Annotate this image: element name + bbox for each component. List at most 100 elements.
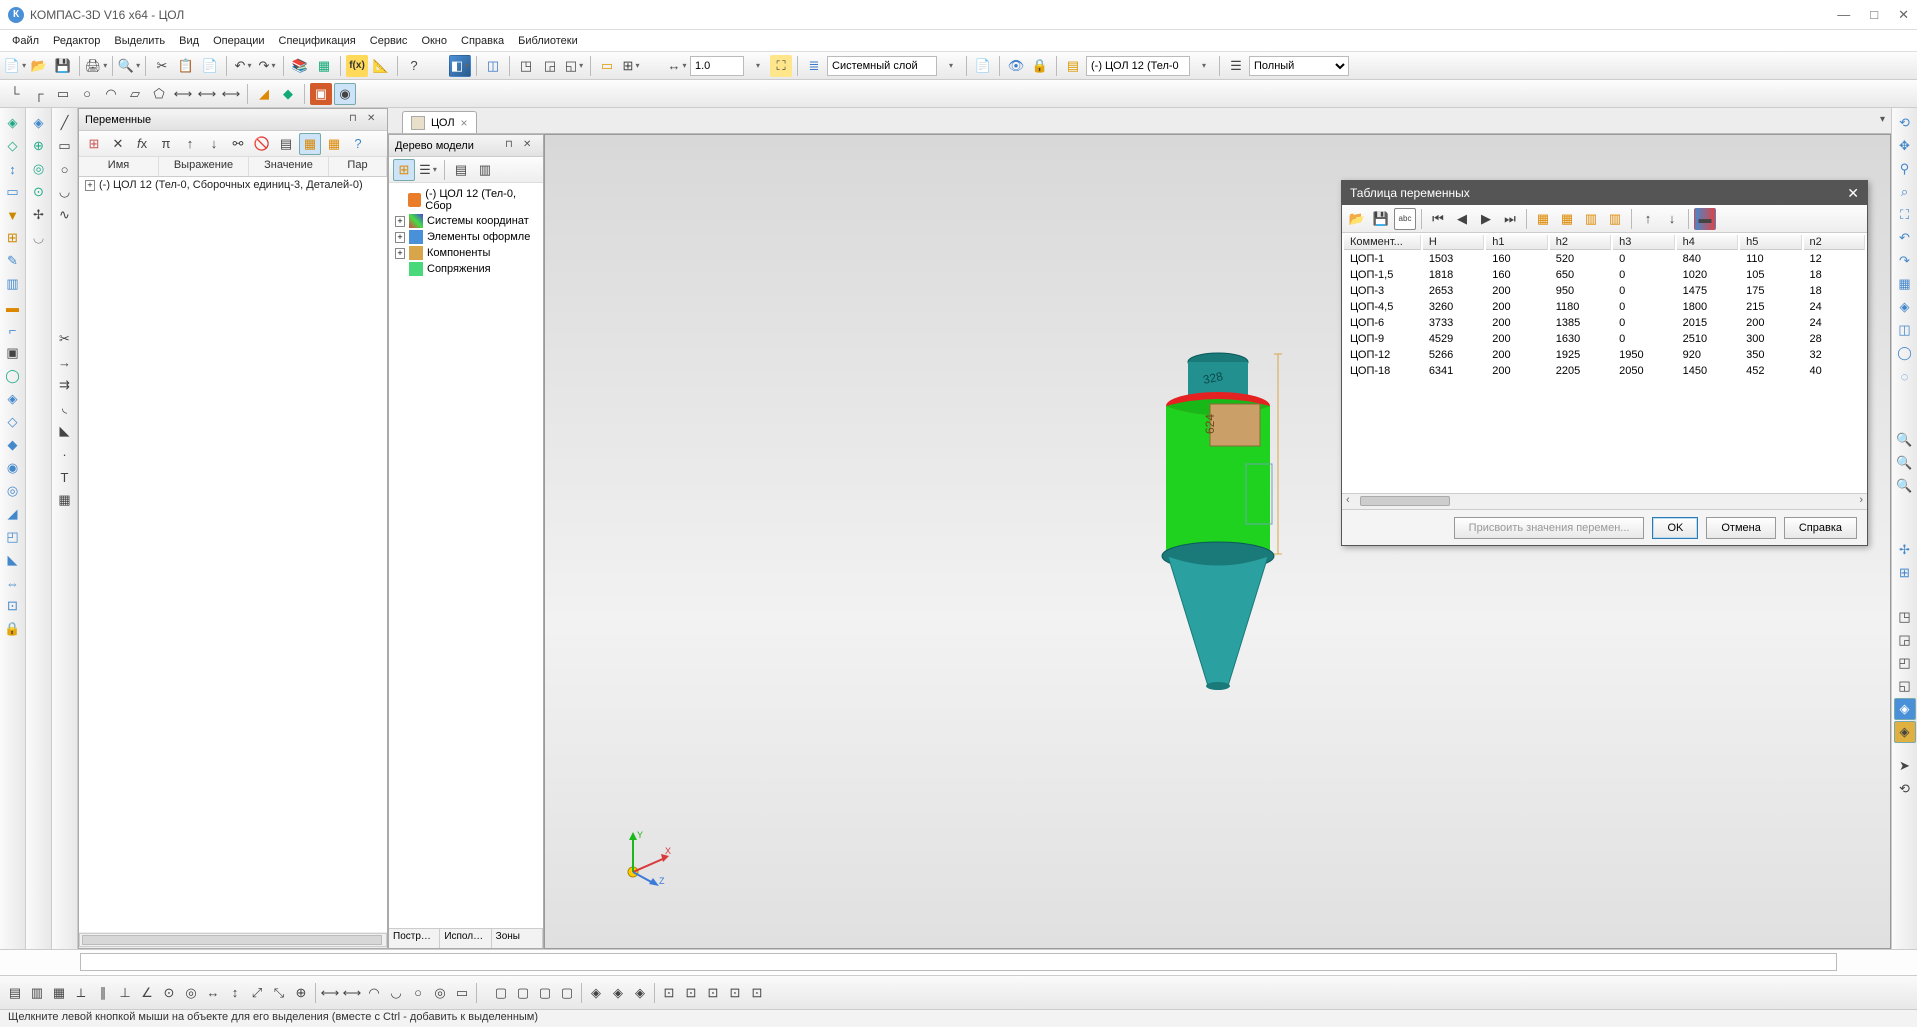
bt-icon[interactable]: ◎ [180, 982, 202, 1004]
table-cell[interactable]: 110 [1740, 252, 1801, 266]
table-cell[interactable]: 0 [1613, 284, 1674, 298]
var-del-icon[interactable]: ✕ [107, 133, 129, 155]
table-cell[interactable]: 452 [1740, 364, 1801, 378]
cube-front-icon[interactable]: ◳ [1894, 606, 1916, 628]
bt-icon[interactable]: ▦ [48, 982, 70, 1004]
insert-icon[interactable]: ⊕ [28, 135, 50, 157]
table-cell[interactable]: 1180 [1550, 300, 1611, 314]
extrude-icon[interactable]: ▣ [310, 83, 332, 105]
ortho-icon[interactable]: ▦ [1894, 273, 1916, 295]
tree-node[interactable]: + Элементы оформле [393, 229, 539, 245]
bt-icon[interactable]: ▤ [4, 982, 26, 1004]
panel-pin-icon[interactable]: ⊓ [349, 113, 363, 127]
table-cell[interactable]: 2015 [1677, 316, 1738, 330]
table-cell[interactable]: 1450 [1677, 364, 1738, 378]
dlg-save-icon[interactable]: 💾 [1370, 208, 1392, 230]
table-cell[interactable]: 28 [1804, 332, 1865, 346]
wire-icon[interactable]: ◡ [28, 227, 50, 249]
bt-icon[interactable]: ◡ [385, 982, 407, 1004]
table-cell[interactable]: 200 [1740, 316, 1801, 330]
poly-icon[interactable]: ▱ [124, 83, 146, 105]
var-link-icon[interactable]: ⚯ [227, 133, 249, 155]
dialog-hscroll[interactable] [1342, 493, 1867, 509]
mate-icon[interactable]: ⊙ [28, 181, 50, 203]
table-cell[interactable]: 0 [1613, 268, 1674, 282]
dlg-insrow-icon[interactable]: ▦ [1532, 208, 1554, 230]
prev-view-icon[interactable]: ↶ [1894, 227, 1916, 249]
layer-dropdown-icon[interactable] [939, 55, 961, 77]
tree-node[interactable]: Сопряжения [393, 261, 539, 277]
sweep-icon[interactable]: ◆ [2, 434, 24, 456]
table-cell[interactable]: 300 [1740, 332, 1801, 346]
cylinder-icon[interactable]: ◯ [2, 365, 24, 387]
var-col-value[interactable]: Значение [249, 157, 329, 176]
table-row[interactable]: ЦОП-9452920016300251030028 [1344, 332, 1865, 346]
tree-expand-icon[interactable]: + [85, 180, 95, 191]
table-row[interactable]: ЦОП-11503160520084011012 [1344, 252, 1865, 266]
grid-icon[interactable]: ▦ [313, 55, 335, 77]
var-tree-icon[interactable]: ⊞ [83, 133, 105, 155]
table-row[interactable]: ЦОП-18634120022052050145045240 [1344, 364, 1865, 378]
scale-dropdown-icon[interactable] [746, 55, 768, 77]
new-doc-icon[interactable]: 📄 [4, 55, 26, 77]
wireframe-icon[interactable]: ◫ [482, 55, 504, 77]
tree-mode1-icon[interactable]: ⊞ [393, 159, 415, 181]
tree-mode2-icon[interactable]: ☰ [417, 159, 439, 181]
dlg-delrow-icon[interactable]: ▦ [1556, 208, 1578, 230]
layer-input[interactable] [827, 56, 937, 76]
tree-collapse-icon[interactable]: ▤ [450, 159, 472, 181]
layer-lock-icon[interactable]: 🔒 [1029, 55, 1051, 77]
line2-icon[interactable]: ┌ [28, 83, 50, 105]
zoomfit-icon[interactable]: ⛶ [1894, 204, 1916, 226]
tree-tab-exec[interactable]: Исполне... [440, 929, 491, 948]
cube-bottom-icon[interactable]: ◱ [1894, 675, 1916, 697]
bt-icon[interactable]: ⊡ [724, 982, 746, 1004]
table-cell[interactable]: 2205 [1550, 364, 1611, 378]
bt-icon[interactable]: ◈ [629, 982, 651, 1004]
arrow-select-icon[interactable]: ➤ [1894, 755, 1916, 777]
trim-icon[interactable]: ✂ [54, 328, 76, 350]
hatch-icon[interactable]: ▦ [54, 489, 76, 511]
pan-icon[interactable]: ✥ [1894, 135, 1916, 157]
scale-input[interactable] [690, 56, 744, 76]
table-cell[interactable]: 2050 [1613, 364, 1674, 378]
maximize-button[interactable]: □ [1870, 7, 1878, 23]
axis2-icon[interactable]: ✢ [1894, 539, 1916, 561]
print-icon[interactable]: 🖨 [85, 55, 107, 77]
tree-close-icon[interactable]: ✕ [523, 139, 537, 153]
tree-expand-icon[interactable]: + [395, 232, 405, 243]
table-cell[interactable]: 3733 [1423, 316, 1484, 330]
variables-root-row[interactable]: + (-) ЦОЛ 12 (Тел-0, Сборочных единиц-3,… [79, 177, 387, 193]
cube-back-icon[interactable]: ◲ [1894, 629, 1916, 651]
dlg-hide-icon[interactable]: abc [1394, 208, 1416, 230]
table-cell[interactable]: 200 [1486, 332, 1547, 346]
table-cell[interactable]: 1800 [1677, 300, 1738, 314]
pattern-icon[interactable]: ⊞ [2, 227, 24, 249]
table-cell[interactable]: ЦОП-3 [1344, 284, 1421, 298]
chamfer-icon[interactable]: ◣ [54, 420, 76, 442]
redo-icon[interactable]: ↷ [256, 55, 278, 77]
arc-icon[interactable]: ◠ [100, 83, 122, 105]
doc-tab-close-icon[interactable]: × [461, 116, 468, 130]
tree-root[interactable]: (-) ЦОЛ 12 (Тел-0, Сбор [393, 187, 539, 213]
table-cell[interactable]: ЦОП-18 [1344, 364, 1421, 378]
tree-node[interactable]: + Компоненты [393, 245, 539, 261]
edges-icon[interactable]: ▭ [596, 55, 618, 77]
bt-icon[interactable]: ○ [407, 982, 429, 1004]
dlg-first-icon[interactable]: ⏮ [1427, 208, 1449, 230]
table-cell[interactable]: 920 [1677, 348, 1738, 362]
bt-icon[interactable]: ◎ [429, 982, 451, 1004]
dim3-icon[interactable]: ⟷ [220, 83, 242, 105]
table-cell[interactable]: 4529 [1423, 332, 1484, 346]
table-cell[interactable]: 6341 [1423, 364, 1484, 378]
table-cell[interactable]: 175 [1740, 284, 1801, 298]
dlg-last-icon[interactable]: ⏭ [1499, 208, 1521, 230]
table-cell[interactable]: 650 [1550, 268, 1611, 282]
tree-pin-icon[interactable]: ⊓ [505, 139, 519, 153]
tree-tab-build[interactable]: Построе... [389, 929, 440, 948]
table-header-cell[interactable]: n2 [1804, 235, 1865, 250]
menu-window[interactable]: Окно [415, 33, 453, 49]
bt-icon[interactable]: ⟷ [341, 982, 363, 1004]
table-cell[interactable]: ЦОП-4,5 [1344, 300, 1421, 314]
menu-select[interactable]: Выделить [108, 33, 171, 49]
